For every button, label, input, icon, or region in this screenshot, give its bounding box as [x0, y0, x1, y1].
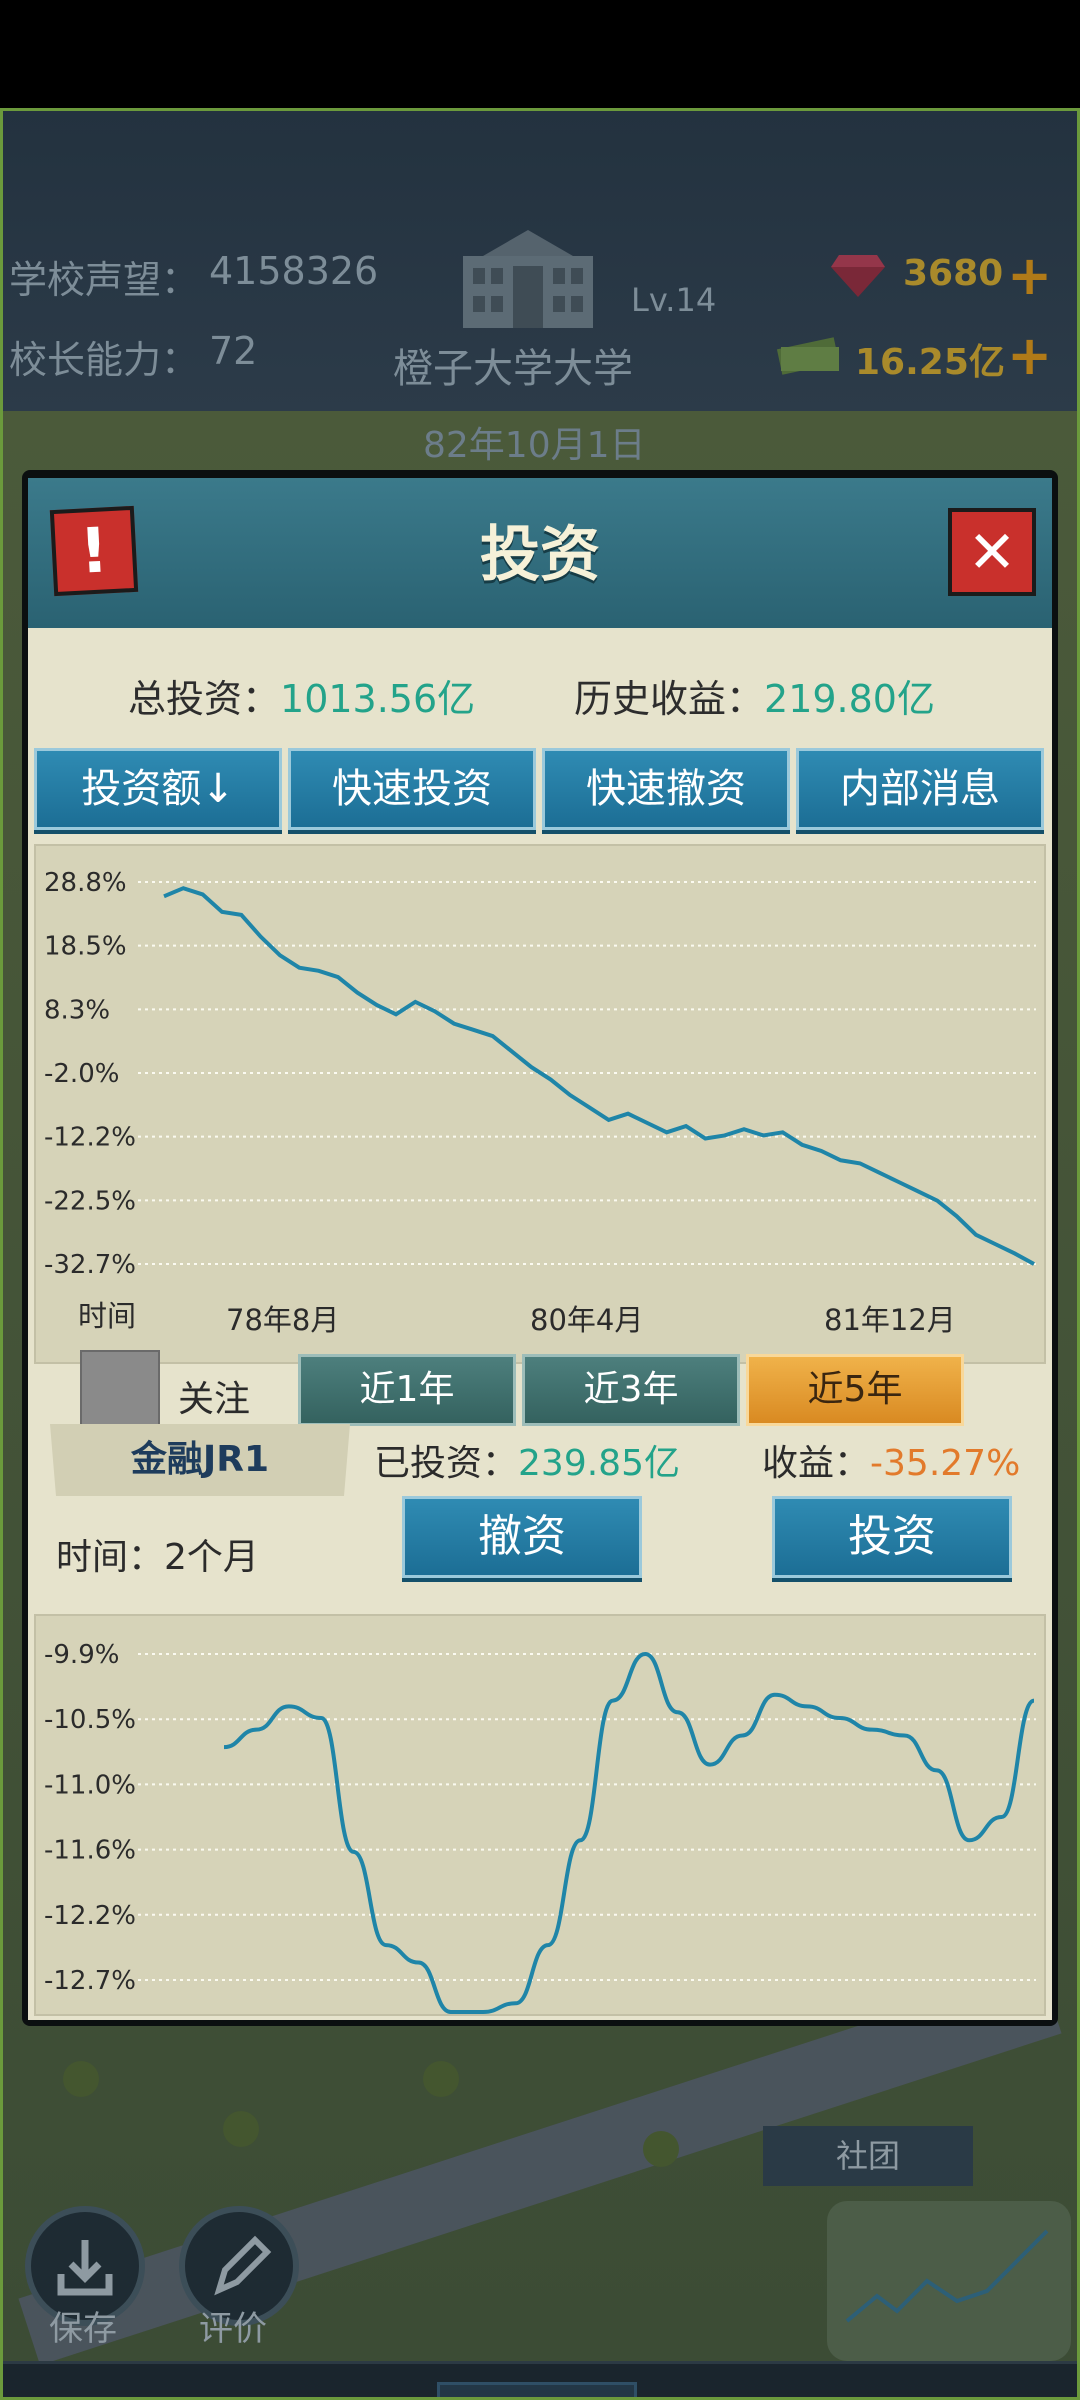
nav-logistics[interactable]: ▤后勤 [867, 2382, 1067, 2397]
rate-label: 评价 [199, 2309, 267, 2349]
mini-trend-chart[interactable] [827, 2201, 1071, 2361]
profit-chart-svg: -9.9% -10.5% -11.0% -11.6% -12.2% -12.7% [44, 1640, 1036, 2014]
mini-trend-icon [845, 2229, 1049, 2323]
invested-label: 已投资： [374, 1443, 519, 1484]
y-tick-label: 8.3% [44, 995, 110, 1025]
y-tick-label: -10.5% [44, 1705, 136, 1735]
total-investment-label: 总投资： [128, 677, 281, 721]
game-date: 82年10月1日 [423, 425, 646, 466]
follow-label: 关注 [178, 1379, 251, 1420]
tab-quick-withdraw[interactable]: 快速撤资 [542, 748, 790, 830]
range-5-year-button[interactable]: 近5年 [746, 1354, 964, 1426]
save-label: 保存 [49, 2309, 117, 2349]
x-tick-label: 78年8月 [226, 1303, 339, 1337]
nav-students[interactable]: ☗学生 [23, 2382, 223, 2397]
profit-chart: -9.9% -10.5% -11.0% -11.6% -12.2% -12.7% [34, 1614, 1046, 2016]
follow-checkbox[interactable] [80, 1350, 160, 1432]
range-3-year-button[interactable]: 近3年 [522, 1354, 740, 1426]
y-tick-label: 18.5% [44, 932, 127, 962]
invested-value: 239.85亿 [518, 1443, 680, 1484]
series-line [223, 1651, 1035, 2014]
y-tick-label: -32.7% [44, 1250, 136, 1280]
y-tick-label: -12.2% [44, 1901, 136, 1931]
total-investment: 总投资：1013.56亿 [128, 668, 475, 723]
total-investment-value: 1013.56亿 [280, 677, 476, 721]
history-profit-value: 219.80亿 [764, 677, 935, 721]
ability-label: 校长能力： [9, 338, 200, 382]
dialog-header: ! 投资 ✕ [28, 478, 1052, 632]
history-profit: 历史收益：219.80亿 [574, 668, 935, 723]
withdraw-button[interactable]: 撤资 [402, 1496, 642, 1578]
reputation-value: 4158326 [209, 249, 379, 293]
y-tick-label: 28.8% [44, 868, 127, 898]
nav-school[interactable]: ⌂学校 [437, 2382, 637, 2397]
history-profit-label: 历史收益： [574, 677, 765, 721]
bottom-nav: ☗学生 ☗教师 ⌂学校 ⚗科研 ▤后勤 [3, 2361, 1077, 2397]
y-tick-label: -12.7% [44, 1966, 136, 1996]
series-line [163, 886, 1035, 1266]
ability-value: 72 [209, 329, 258, 373]
y-tick-label: -12.2% [44, 1123, 136, 1153]
x-axis-label: 时间 [78, 1299, 137, 1333]
x-tick-label: 81年12月 [824, 1303, 956, 1337]
add-gems-button[interactable]: + [1007, 249, 1052, 303]
fund-name-tag: 金融JR1 [50, 1424, 350, 1496]
x-tick-label: 80年4月 [530, 1303, 643, 1337]
y-tick-label: -11.6% [44, 1836, 136, 1866]
map-tree [643, 2131, 679, 2167]
nav-research[interactable]: ⚗科研 [653, 2382, 853, 2397]
tab-investment-amount[interactable]: 投资额↓ [34, 748, 282, 830]
invest-button[interactable]: 投资 [772, 1496, 1012, 1578]
map-tree [63, 2061, 99, 2097]
money-icon [776, 337, 840, 375]
tab-inside-news[interactable]: 内部消息 [796, 748, 1044, 830]
time-value: 2个月 [164, 1537, 259, 1578]
y-tick-label: -11.0% [44, 1770, 136, 1800]
invested-amount: 已投资：239.85亿 [374, 1434, 680, 1486]
top-hud: 学校声望： 4158326 校长能力： 72 Lv.14 橙子大学大学 3680… [3, 111, 1077, 411]
close-button[interactable]: ✕ [948, 508, 1036, 596]
invest-dialog: ! 投资 ✕ 总投资：1013.56亿 历史收益：219.80亿 投资额↓ 快速… [22, 470, 1058, 2026]
profit-value: -35.27% [870, 1443, 1021, 1484]
dialog-body: 总投资：1013.56亿 历史收益：219.80亿 投资额↓ 快速投资 快速撤资… [28, 628, 1052, 2020]
y-tick-label: -22.5% [44, 1186, 136, 1216]
y-tick-label: -2.0% [44, 1059, 119, 1089]
gem-icon [831, 255, 885, 297]
holding-time: 时间：2个月 [56, 1528, 259, 1580]
profit-rate: 收益：-35.27% [762, 1434, 1020, 1486]
school-level: Lv.14 [631, 281, 717, 319]
map-tree [223, 2111, 259, 2147]
y-tick-label: -9.9% [44, 1640, 119, 1670]
price-chart-svg: 28.8% 18.5% 8.3% -2.0% -12.2% -22.5% -32.7% 78年… [44, 868, 1036, 1337]
range-1-year-button[interactable]: 近1年 [298, 1354, 516, 1426]
tab-quick-invest[interactable]: 快速投资 [288, 748, 536, 830]
money-amount: 16.25亿 [855, 342, 1005, 383]
map-tree [423, 2061, 459, 2097]
time-label: 时间： [56, 1537, 165, 1578]
price-chart: 28.8% 18.5% 8.3% -2.0% -12.2% -22.5% -32.7% 78年… [34, 844, 1046, 1364]
dialog-title: 投资 [480, 520, 600, 590]
nav-teachers[interactable]: ☗教师 [231, 2382, 431, 2397]
gem-count: 3680 [903, 253, 1004, 294]
school-building-icon[interactable] [453, 226, 603, 331]
club-sign[interactable]: 社团 [763, 2126, 973, 2186]
reputation-label: 学校声望： [9, 258, 200, 302]
profit-label: 收益： [762, 1443, 871, 1484]
school-name: 橙子大学大学 [393, 346, 633, 392]
add-money-button[interactable]: + [1007, 329, 1052, 383]
